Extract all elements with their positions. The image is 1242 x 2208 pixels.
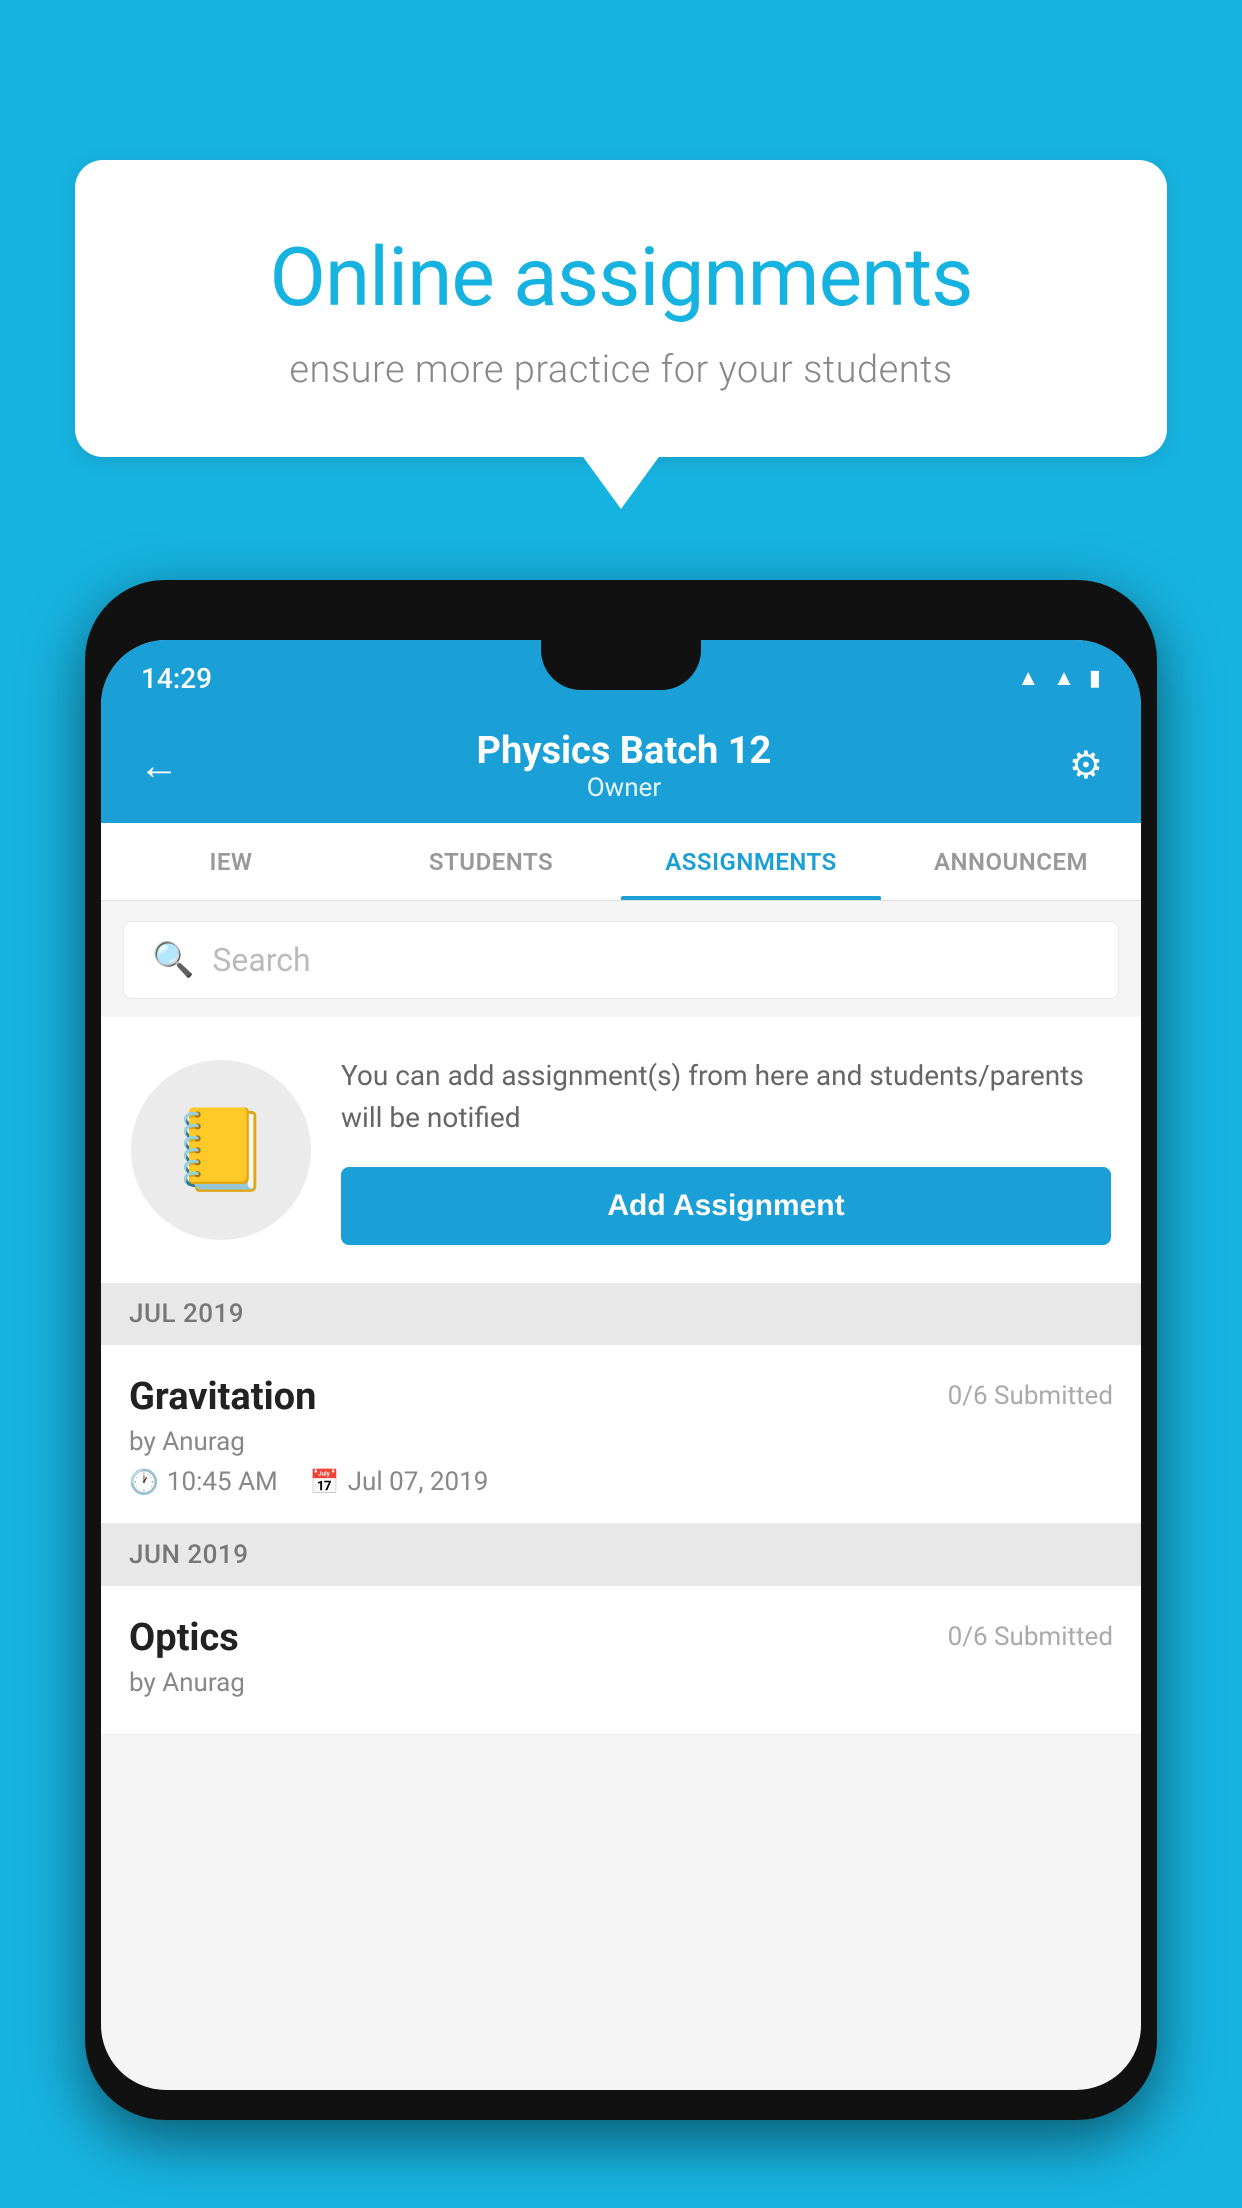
- app-header: ← Physics Batch 12 Owner ⚙: [101, 708, 1141, 823]
- status-time: 14:29: [141, 662, 212, 695]
- time-value: 10:45 AM: [167, 1467, 278, 1497]
- phone-device: 14:29 ▲ ▲ ▮ ← Physics Batch 12 Owner ⚙: [85, 580, 1157, 2120]
- assignment-time: 🕐 10:45 AM: [129, 1467, 278, 1497]
- batch-title: Physics Batch 12: [477, 729, 772, 773]
- assignment-title-optics: Optics: [129, 1616, 239, 1660]
- section-header-jul2019: JUL 2019: [101, 1283, 1141, 1345]
- assignment-meta: 🕐 10:45 AM 📅 Jul 07, 2019: [129, 1467, 1113, 1497]
- tab-announcements[interactable]: ANNOUNCEM: [881, 823, 1141, 900]
- notebook-icon: 📒: [171, 1103, 271, 1197]
- promo-content: You can add assignment(s) from here and …: [341, 1055, 1111, 1245]
- promo-icon-circle: 📒: [131, 1060, 311, 1240]
- assignment-submitted: 0/6 Submitted: [948, 1381, 1113, 1411]
- wifi-icon: ▲: [1017, 665, 1039, 691]
- phone-screen: 14:29 ▲ ▲ ▮ ← Physics Batch 12 Owner ⚙: [101, 640, 1141, 2090]
- status-icons: ▲ ▲ ▮: [1017, 665, 1101, 691]
- tabs-bar: IEW STUDENTS ASSIGNMENTS ANNOUNCEM: [101, 823, 1141, 901]
- speech-bubble-container: Online assignments ensure more practice …: [75, 160, 1167, 457]
- tab-students[interactable]: STUDENTS: [361, 823, 621, 900]
- assignment-submitted-optics: 0/6 Submitted: [948, 1622, 1113, 1652]
- assignment-top-row: Gravitation 0/6 Submitted: [129, 1375, 1113, 1419]
- phone-wrapper: 14:29 ▲ ▲ ▮ ← Physics Batch 12 Owner ⚙: [85, 580, 1157, 2208]
- header-title-block: Physics Batch 12 Owner: [477, 729, 772, 803]
- search-placeholder: Search: [212, 941, 310, 979]
- promo-description: You can add assignment(s) from here and …: [341, 1055, 1111, 1139]
- owner-label: Owner: [477, 773, 772, 803]
- assignment-date: 📅 Jul 07, 2019: [310, 1467, 489, 1497]
- tab-iew[interactable]: IEW: [101, 823, 361, 900]
- assignment-author-optics: by Anurag: [129, 1668, 1113, 1698]
- signal-icon: ▲: [1053, 665, 1075, 691]
- speech-bubble-subtitle: ensure more practice for your students: [155, 348, 1087, 392]
- clock-icon: 🕐: [129, 1468, 159, 1496]
- back-button[interactable]: ←: [139, 742, 179, 789]
- phone-notch: [541, 640, 701, 690]
- assignment-item-optics[interactable]: Optics 0/6 Submitted by Anurag: [101, 1586, 1141, 1735]
- battery-icon: ▮: [1089, 666, 1101, 691]
- assignment-title: Gravitation: [129, 1375, 316, 1419]
- add-assignment-button[interactable]: Add Assignment: [341, 1167, 1111, 1245]
- calendar-icon: 📅: [310, 1468, 340, 1496]
- search-bar[interactable]: 🔍 Search: [123, 921, 1119, 999]
- date-value: Jul 07, 2019: [348, 1467, 489, 1497]
- settings-icon[interactable]: ⚙: [1069, 743, 1103, 788]
- speech-bubble: Online assignments ensure more practice …: [75, 160, 1167, 457]
- tab-assignments[interactable]: ASSIGNMENTS: [621, 823, 881, 900]
- assignment-author: by Anurag: [129, 1427, 1113, 1457]
- promo-card: 📒 You can add assignment(s) from here an…: [101, 1017, 1141, 1283]
- section-header-jun2019: JUN 2019: [101, 1524, 1141, 1586]
- assignment-top-row-optics: Optics 0/6 Submitted: [129, 1616, 1113, 1660]
- assignment-item-gravitation[interactable]: Gravitation 0/6 Submitted by Anurag 🕐 10…: [101, 1345, 1141, 1524]
- speech-bubble-title: Online assignments: [155, 230, 1087, 326]
- search-icon: 🔍: [152, 940, 194, 980]
